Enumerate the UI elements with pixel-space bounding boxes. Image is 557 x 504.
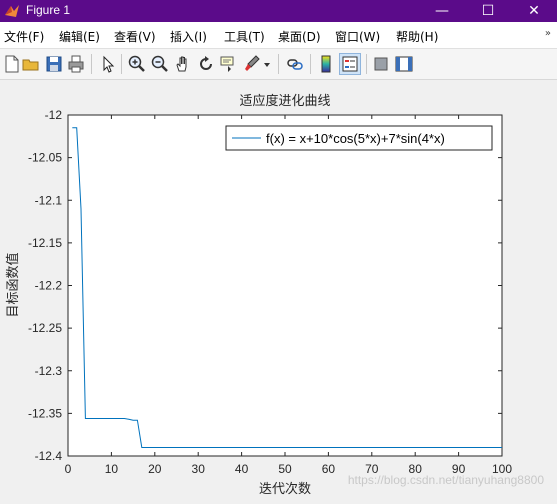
chart-title: 适应度进化曲线	[239, 93, 330, 108]
title-bar: Figure 1 — ☐ ✕	[0, 0, 557, 22]
x-tick-label: 20	[148, 462, 162, 476]
toolbar-separator	[91, 54, 92, 74]
x-axis-label: 迭代次数	[259, 481, 311, 496]
watermark: https://blog.csdn.net/tianyuhang8800	[348, 473, 544, 487]
x-tick-label: 40	[235, 462, 249, 476]
y-tick-label: -12.35	[28, 406, 62, 420]
menu-window[interactable]: 窗口(W)	[335, 28, 380, 45]
toolbar-separator	[310, 54, 311, 74]
legend[interactable]: f(x) = x+10*cos(5*x)+7*sin(4*x)	[225, 125, 493, 151]
menu-insert[interactable]: 插入(I)	[170, 28, 207, 45]
plot-svg: 0 10 20 30 40 50 60 70 80 90 100-12-12.05-12.1-12.…	[5, 93, 544, 496]
toolbar-separator	[121, 54, 122, 74]
y-tick-label: -12.15	[28, 236, 62, 250]
menu-tools[interactable]: 工具(T)	[224, 28, 265, 45]
menu-view[interactable]: 查看(V)	[114, 28, 156, 45]
hide-plot-tools-icon[interactable]	[371, 54, 391, 74]
y-tick-label: -12.3	[35, 364, 63, 378]
y-tick-label: -12.1	[35, 193, 63, 207]
link-icon[interactable]	[285, 54, 305, 74]
close-button[interactable]: ✕	[511, 0, 557, 22]
legend-icon[interactable]	[339, 53, 361, 75]
x-tick-label: 50	[278, 462, 292, 476]
colorbar-icon[interactable]	[316, 54, 336, 74]
y-tick-label: -12	[45, 108, 63, 122]
toolbar-separator	[278, 54, 279, 74]
close-icon: ✕	[528, 3, 540, 19]
minimize-button[interactable]: —	[419, 0, 465, 22]
rotate-icon[interactable]	[196, 54, 216, 74]
x-tick-label: 30	[192, 462, 206, 476]
menu-desktop[interactable]: 桌面(D)	[278, 28, 321, 45]
window-title: Figure 1	[26, 3, 71, 17]
maximize-icon: ☐	[481, 3, 495, 19]
y-tick-label: -12.2	[35, 279, 63, 293]
print-icon[interactable]	[66, 54, 86, 74]
axes-box[interactable]	[67, 114, 503, 457]
figure-area: 0 10 20 30 40 50 60 70 80 90 100 -12 -12.05 -12.1 -12.…	[0, 80, 557, 500]
x-tick-label: 0	[65, 462, 72, 476]
matlab-logo-icon	[5, 5, 19, 17]
brush-icon[interactable]	[242, 54, 262, 74]
maximize-button[interactable]: ☐	[465, 0, 511, 22]
menu-edit[interactable]: 编辑(E)	[59, 28, 100, 45]
legend-label: f(x) = x+10*cos(5*x)+7*sin(4*x)	[266, 131, 445, 146]
toolbar	[0, 49, 557, 80]
y-tick-label: -12.25	[28, 321, 62, 335]
open-icon[interactable]	[21, 54, 41, 74]
new-figure-icon[interactable]	[2, 54, 22, 74]
show-plot-tools-icon[interactable]	[394, 54, 414, 74]
data-cursor-icon[interactable]	[219, 54, 239, 74]
pointer-icon[interactable]	[98, 54, 118, 74]
double-chevron-icon[interactable]: »	[545, 28, 551, 39]
y-tick-label: -12.05	[28, 151, 62, 165]
x-tick-label: 60	[322, 462, 336, 476]
zoom-out-icon[interactable]	[150, 54, 170, 74]
toolbar-separator	[366, 54, 367, 74]
menu-bar: 文件(F) 编辑(E) 查看(V) 插入(I) 工具(T) 桌面(D) 窗口(W…	[0, 22, 557, 49]
menu-help[interactable]: 帮助(H)	[396, 28, 438, 45]
minimize-icon: —	[435, 3, 449, 19]
zoom-in-icon[interactable]	[127, 54, 147, 74]
pan-icon[interactable]	[173, 54, 193, 74]
x-tick-label: 10	[105, 462, 119, 476]
y-axis-label: 目标函数值	[5, 252, 20, 317]
brush-dropdown-icon[interactable]	[262, 54, 272, 74]
y-tick-label: -12.4	[35, 449, 63, 463]
save-icon[interactable]	[44, 54, 64, 74]
menu-file[interactable]: 文件(F)	[4, 28, 44, 45]
